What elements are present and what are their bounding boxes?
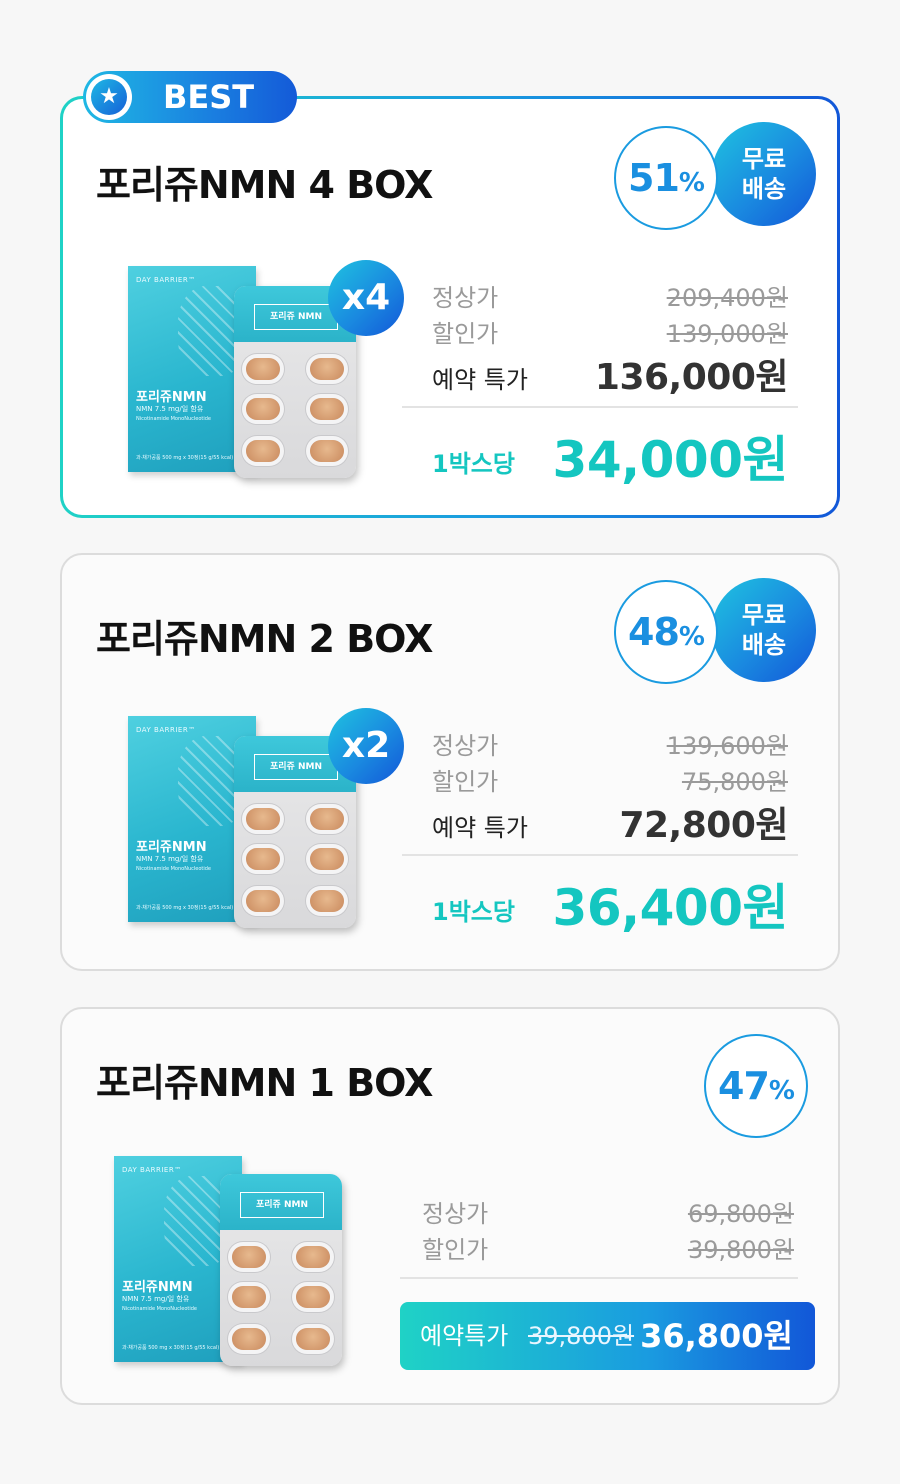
divider	[402, 406, 798, 408]
divider	[400, 1277, 798, 1279]
box-spec: 과·채가공품 500 mg x 30정(15 g/55 kcal)	[136, 905, 234, 911]
quantity-multiplier: x2	[328, 708, 404, 784]
free-shipping-badge: 무료 배송	[712, 122, 816, 226]
discount-number: 48	[628, 610, 680, 654]
box-ingredient: Nicotinamide MonoNucleotide	[122, 1306, 198, 1312]
free-shipping-line-1: 무료	[741, 145, 787, 173]
discount-number: 51	[628, 156, 680, 200]
box-brand: DAY BARRIER™	[136, 276, 196, 284]
blister-label: 포리쥬 NMN	[240, 1192, 324, 1218]
product-title: 포리쥬NMN 4 BOX	[96, 163, 433, 207]
regular-price: 209,400원	[666, 284, 788, 312]
product-title: 포리쥬NMN 1 BOX	[96, 1061, 433, 1105]
reserve-old-price: 39,800원	[528, 1322, 635, 1350]
discount-number: 47	[718, 1064, 770, 1108]
regular-price-label: 정상가	[422, 1200, 489, 1228]
free-shipping-line-2: 배송	[741, 631, 787, 659]
reserve-price-label: 예약 특가	[432, 366, 528, 394]
reserve-price-label: 예약특가	[420, 1322, 509, 1350]
box-brand: DAY BARRIER™	[122, 1166, 182, 1174]
discount-badge: 48%	[614, 580, 718, 684]
quantity-multiplier: x4	[328, 260, 404, 336]
discount-symbol: %	[768, 1076, 795, 1106]
free-shipping-line-1: 무료	[741, 601, 787, 629]
box-product-name: 포리쥬NMN	[122, 1280, 193, 1295]
sale-price-label: 할인가	[432, 768, 499, 796]
per-box-price: 34,000원	[552, 431, 789, 489]
box-spec: 과·채가공품 500 mg x 30정(15 g/55 kcal)	[136, 455, 234, 461]
star-icon: ★	[86, 74, 132, 120]
sale-price: 75,800원	[681, 768, 788, 796]
best-label: BEST	[163, 78, 255, 116]
box-ingredient: Nicotinamide MonoNucleotide	[136, 416, 212, 422]
blister-label: 포리쥬 NMN	[254, 304, 338, 330]
box-brand: DAY BARRIER™	[136, 726, 196, 734]
box-content: NMN 7.5 mg/일 함유	[122, 1295, 190, 1303]
sale-price: 139,000원	[666, 320, 788, 348]
discount-badge: 51%	[614, 126, 718, 230]
regular-price-label: 정상가	[432, 732, 499, 760]
blister-label: 포리쥬 NMN	[254, 754, 338, 780]
blister-pack: 포리쥬 NMN	[220, 1174, 342, 1366]
box-product-name: 포리쥬NMN	[136, 840, 207, 855]
reserve-price-label: 예약 특가	[432, 814, 528, 842]
free-shipping-badge: 무료 배송	[712, 578, 816, 682]
per-box-price: 36,400원	[552, 879, 789, 937]
box-content: NMN 7.5 mg/일 함유	[136, 405, 204, 413]
sale-price-label: 할인가	[422, 1236, 489, 1264]
reserve-price: 136,000원	[594, 357, 789, 398]
discount-symbol: %	[678, 622, 705, 652]
regular-price: 139,600원	[666, 732, 788, 760]
box-content: NMN 7.5 mg/일 함유	[136, 855, 204, 863]
box-ingredient: Nicotinamide MonoNucleotide	[136, 866, 212, 872]
box-spec: 과·채가공품 500 mg x 30정(15 g/55 kcal)	[122, 1345, 220, 1351]
reserve-price: 72,800원	[619, 805, 788, 846]
reserve-price-bar[interactable]: 예약특가 39,800원 36,800원	[400, 1302, 815, 1370]
box-product-name: 포리쥬NMN	[136, 390, 207, 405]
free-shipping-line-2: 배송	[741, 175, 787, 203]
discount-badge: 47%	[704, 1034, 808, 1138]
best-badge: ★ BEST	[83, 71, 297, 123]
regular-price-label: 정상가	[432, 284, 499, 312]
per-box-label: 1박스당	[432, 450, 515, 478]
divider	[402, 854, 798, 856]
product-title: 포리쥬NMN 2 BOX	[96, 617, 433, 661]
sale-price: 39,800원	[687, 1236, 794, 1264]
regular-price: 69,800원	[687, 1200, 794, 1228]
per-box-label: 1박스당	[432, 898, 515, 926]
discount-symbol: %	[678, 168, 705, 198]
sale-price-label: 할인가	[432, 320, 499, 348]
reserve-price: 36,800원	[640, 1317, 793, 1355]
